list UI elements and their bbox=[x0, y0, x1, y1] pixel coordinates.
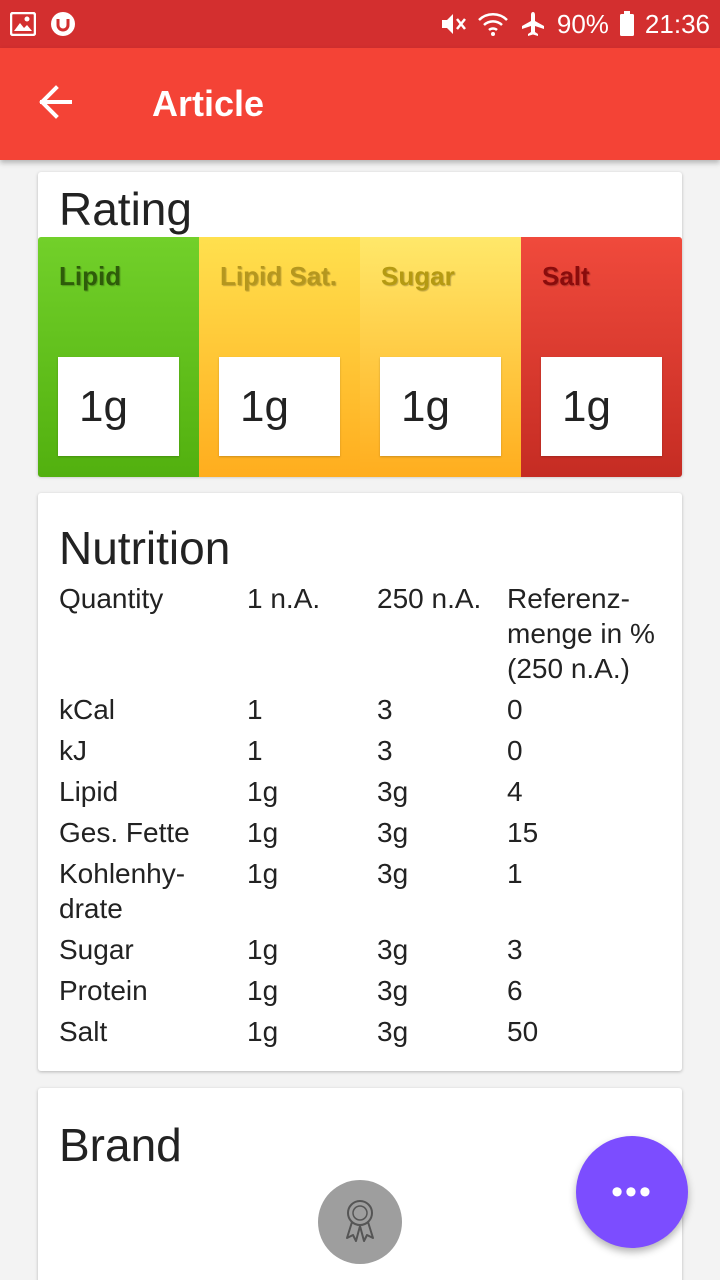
table-cell: 3g bbox=[377, 1016, 409, 1047]
table-cell: Protein bbox=[59, 975, 148, 1006]
table-cell: 3g bbox=[377, 858, 409, 889]
rating-tiles: Lipid 1g Lipid Sat. 1g Sugar 1g Salt 1g bbox=[38, 237, 682, 477]
brand-title: Brand bbox=[59, 1119, 182, 1171]
table-row: Sugar 1g 3g 3 bbox=[59, 932, 669, 967]
battery-icon bbox=[619, 11, 635, 37]
rating-tile-label: Lipid bbox=[59, 261, 122, 291]
page-title: Article bbox=[152, 83, 265, 124]
more-options-fab[interactable]: ••• bbox=[576, 1136, 688, 1248]
table-cell: 1g bbox=[247, 858, 279, 889]
table-cell: Salt bbox=[59, 1016, 108, 1047]
table-cell: 0 bbox=[507, 694, 523, 725]
rating-tile-value: 1g bbox=[58, 357, 179, 456]
table-cell: 1g bbox=[247, 1016, 279, 1047]
rating-tile-label: Lipid Sat. bbox=[220, 261, 337, 291]
rating-tile-lipid: Lipid 1g bbox=[38, 237, 199, 477]
table-cell: 3 bbox=[377, 694, 393, 725]
table-row: Kohlenhy-drate 1g 3g 1 bbox=[59, 856, 669, 926]
table-cell: 3 bbox=[377, 735, 393, 766]
rating-tile-value: 1g bbox=[541, 357, 662, 456]
battery-percent: 90% bbox=[556, 8, 609, 39]
nutrition-table: Quantity 1 n.A. 250 n.A. Referenz-menge … bbox=[59, 581, 669, 1055]
table-cell: kCal bbox=[59, 694, 116, 725]
header-cell: 250 n.A. bbox=[377, 583, 482, 614]
rating-title: Rating bbox=[59, 183, 192, 235]
table-cell: Lipid bbox=[59, 776, 119, 807]
mute-icon bbox=[439, 11, 467, 37]
app-bar: Article bbox=[0, 48, 720, 160]
header-cell: 1 n.A. bbox=[247, 583, 321, 614]
wifi-icon bbox=[477, 11, 509, 37]
table-cell: Kohlenhy-drate bbox=[59, 858, 186, 924]
app-u-icon bbox=[50, 11, 76, 37]
rating-tile-label: Sugar bbox=[381, 261, 455, 291]
header-cell: Referenz-menge in %(250 n.A.) bbox=[507, 583, 655, 684]
table-row: kCal 1 3 0 bbox=[59, 692, 669, 727]
back-button[interactable] bbox=[0, 48, 112, 160]
table-cell: 3g bbox=[377, 776, 409, 807]
table-row: Protein 1g 3g 6 bbox=[59, 973, 669, 1008]
table-cell: 1 bbox=[247, 694, 263, 725]
table-cell: 1 bbox=[507, 858, 523, 889]
rating-tile-value: 1g bbox=[219, 357, 340, 456]
more-horiz-icon: ••• bbox=[611, 1172, 653, 1211]
table-cell: 3 bbox=[507, 934, 523, 965]
table-cell: kJ bbox=[59, 735, 87, 766]
table-cell: 15 bbox=[507, 817, 539, 848]
nutrition-card: Nutrition Quantity 1 n.A. 250 n.A. Refer… bbox=[38, 493, 682, 1071]
table-cell: 3g bbox=[377, 975, 409, 1006]
award-badge-icon bbox=[338, 1196, 382, 1249]
arrow-back-icon bbox=[38, 84, 74, 125]
table-row: Lipid 1g 3g 4 bbox=[59, 774, 669, 809]
rating-tile-sugar: Sugar 1g bbox=[360, 237, 521, 477]
clock: 21:36 bbox=[644, 8, 710, 39]
rating-tile-lipid-sat: Lipid Sat. 1g bbox=[199, 237, 360, 477]
table-cell: 50 bbox=[507, 1016, 539, 1047]
nutrition-title: Nutrition bbox=[59, 522, 231, 574]
table-cell: 0 bbox=[507, 735, 523, 766]
table-cell: 1g bbox=[247, 817, 279, 848]
image-icon bbox=[10, 12, 36, 36]
rating-card: Rating Lipid 1g Lipid Sat. 1g Sugar 1g S… bbox=[38, 172, 682, 477]
table-cell: Ges. Fette bbox=[59, 817, 190, 848]
table-cell: 1g bbox=[247, 776, 279, 807]
table-cell: 3g bbox=[377, 817, 409, 848]
table-row: Ges. Fette 1g 3g 15 bbox=[59, 815, 669, 850]
table-cell: Sugar bbox=[59, 934, 134, 965]
brand-logo[interactable] bbox=[318, 1180, 402, 1264]
rating-tile-salt: Salt 1g bbox=[521, 237, 682, 477]
table-cell: 3g bbox=[377, 934, 409, 965]
table-cell: 6 bbox=[507, 975, 523, 1006]
status-bar: 90% 21:36 bbox=[0, 0, 720, 48]
nutrition-header-row: Quantity 1 n.A. 250 n.A. Referenz-menge … bbox=[59, 581, 669, 686]
rating-tile-label: Salt bbox=[542, 261, 590, 291]
table-cell: 1g bbox=[247, 934, 279, 965]
table-cell: 1 bbox=[247, 735, 263, 766]
table-cell: 4 bbox=[507, 776, 523, 807]
header-cell: Quantity bbox=[59, 583, 164, 614]
table-row: kJ 1 3 0 bbox=[59, 733, 669, 768]
airplane-icon bbox=[519, 10, 547, 38]
table-cell: 1g bbox=[247, 975, 279, 1006]
rating-tile-value: 1g bbox=[380, 357, 501, 456]
table-row: Salt 1g 3g 50 bbox=[59, 1014, 669, 1049]
